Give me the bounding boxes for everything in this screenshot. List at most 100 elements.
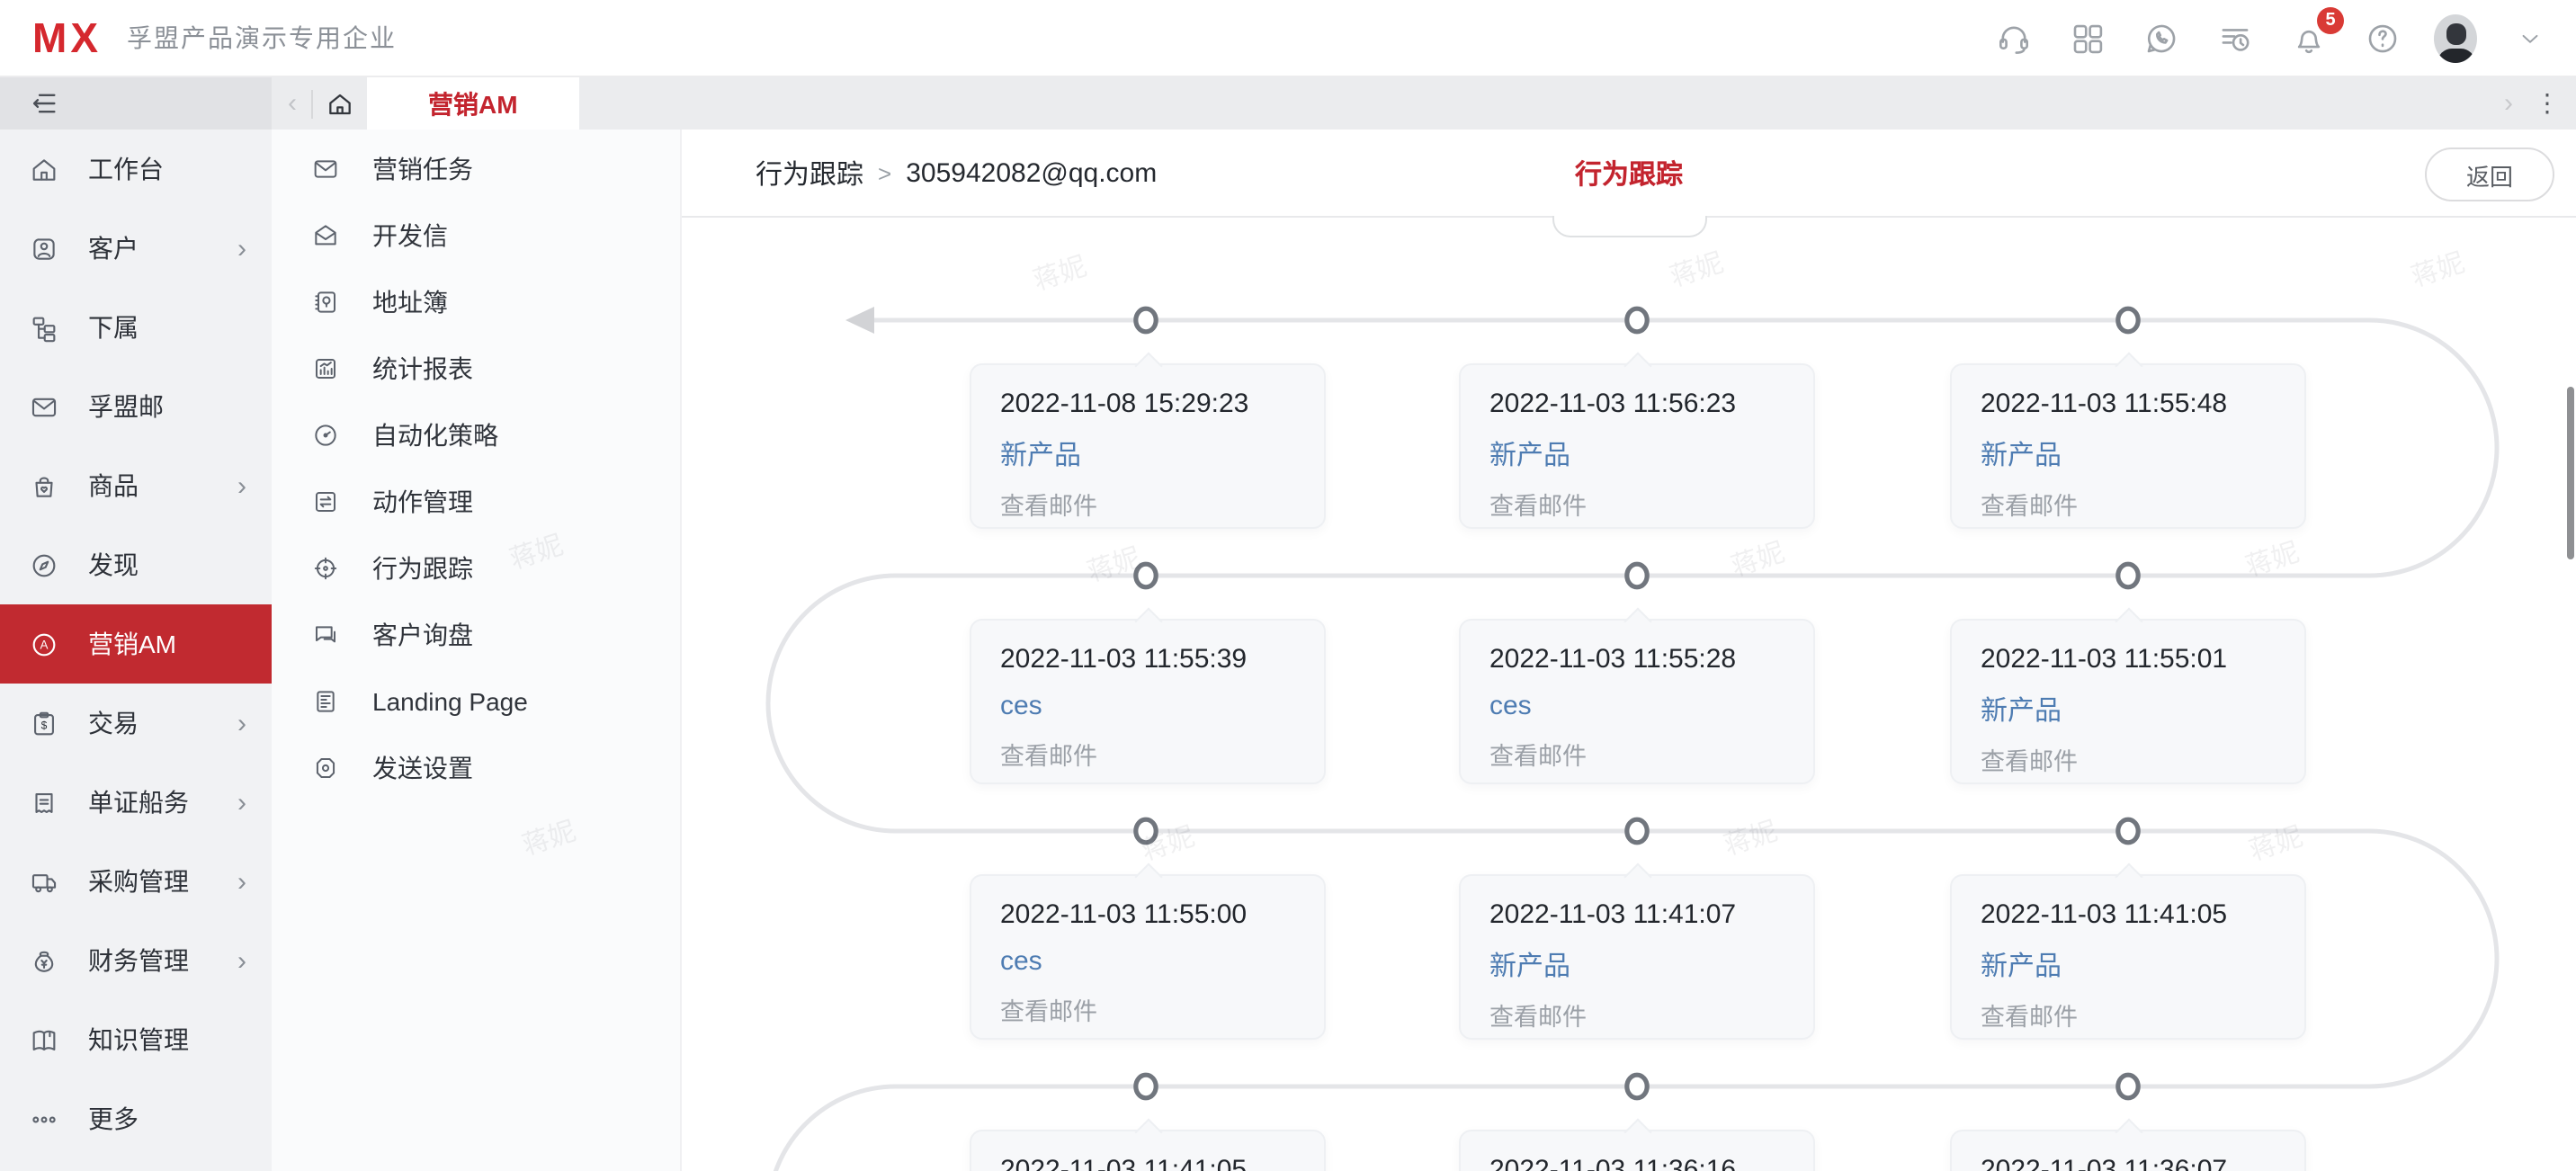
sidebar-item-workbench[interactable]: 工作台 (0, 130, 272, 209)
company-name: 孚盟产品演示专用企业 (127, 23, 397, 52)
task-history-button[interactable] (2213, 16, 2256, 59)
apps-grid-icon (2072, 23, 2102, 53)
home-icon (329, 93, 351, 114)
sidebar-item-knowledge[interactable]: 知识管理 (0, 1000, 272, 1079)
account-menu-button[interactable] (2508, 16, 2551, 59)
breadcrumb-separator: > (878, 160, 892, 187)
more-dots-icon (32, 1115, 56, 1122)
event-action: 查看邮件 (1981, 1004, 2078, 1031)
notification-button[interactable]: 5 (2286, 7, 2344, 59)
gauge-icon (315, 424, 336, 445)
submenu-item-customer-inquiry[interactable]: 客户询盘 (272, 601, 680, 667)
mx-logo: MX (32, 13, 102, 60)
product-link[interactable]: 新产品 (1489, 946, 1570, 984)
tab-scroll-right-icon[interactable]: › (2504, 88, 2513, 119)
tab-scroll-left-icon[interactable]: ‹ (272, 88, 311, 119)
breadcrumb-root[interactable]: 行为跟踪 (756, 155, 863, 192)
product-link[interactable]: ces (1000, 946, 1042, 977)
notification-badge: 5 (2317, 7, 2344, 34)
timeline-card: 2022-11-03 11:36:16 (1459, 1130, 1815, 1171)
product-link[interactable]: ces (1000, 691, 1042, 721)
tab-marketing-am[interactable]: 营销AM (367, 77, 579, 130)
landing-page-icon (317, 690, 335, 711)
event-time: 2022-11-03 11:36:16 (1489, 1155, 1737, 1171)
chevron-right-icon: › (237, 233, 246, 264)
envelope-open-icon (315, 224, 336, 245)
event-time: 2022-11-03 11:41:05 (1981, 899, 2228, 930)
app-window: MX 孚盟产品演示专用企业 5 工作台 客户 › 下属 孚盟邮 商品 › 发现 … (0, 0, 2576, 1171)
user-avatar[interactable] (2434, 13, 2477, 62)
submenu-item-action-management[interactable]: 动作管理 (272, 468, 680, 534)
home-icon (32, 158, 56, 180)
breadcrumb: 行为跟踪 > 305942082@qq.com (756, 155, 1157, 192)
product-link[interactable]: 新产品 (1000, 435, 1081, 473)
address-book-icon (315, 291, 335, 312)
collapse-sidebar-icon (32, 94, 56, 113)
submenu-item-marketing-tasks[interactable]: 营销任务 (272, 135, 680, 201)
main-content: 行为跟踪 > 305942082@qq.com 行为跟踪 返回 2022-11-… (682, 130, 2576, 1171)
envelope-icon (314, 159, 337, 177)
event-time: 2022-11-03 11:55:00 (1000, 899, 1248, 930)
send-settings-icon (316, 757, 335, 777)
sidebar-item-products[interactable]: 商品 › (0, 446, 272, 525)
page-title-tab[interactable]: 行为跟踪 (1575, 155, 1683, 192)
submenu-item-statistics-report[interactable]: 统计报表 (272, 335, 680, 401)
submenu-item-behavior-tracking[interactable]: 行为跟踪 (272, 534, 680, 601)
headset-icon (1998, 25, 2028, 53)
sidebar-item-finance[interactable]: 财务管理 › (0, 921, 272, 1000)
apps-grid-button[interactable] (2065, 16, 2108, 59)
product-link[interactable]: ces (1489, 691, 1532, 721)
timeline-card: 2022-11-08 15:29:23 新产品 查看邮件 (970, 363, 1326, 529)
event-time: 2022-11-03 11:55:39 (1000, 644, 1248, 675)
event-time: 2022-11-03 11:41:07 (1489, 899, 1737, 930)
title-tab-notch (1552, 216, 1706, 237)
timeline-card: 2022-11-03 11:56:23 新产品 查看邮件 (1459, 363, 1815, 529)
customer-icon (33, 237, 55, 259)
product-link[interactable]: 新产品 (1981, 946, 2062, 984)
submenu-item-automation-strategy[interactable]: 自动化策略 (272, 401, 680, 468)
event-action: 查看邮件 (1981, 493, 2078, 520)
sidebar-item-customers[interactable]: 客户 › (0, 209, 272, 288)
event-action: 查看邮件 (1000, 493, 1097, 520)
timeline-card: 2022-11-03 11:41:05 (970, 1130, 1326, 1171)
event-time: 2022-11-03 11:41:05 (1000, 1155, 1248, 1171)
sidebar-collapse-button[interactable] (0, 77, 272, 130)
help-button[interactable] (2360, 16, 2403, 59)
event-time: 2022-11-03 11:55:01 (1981, 644, 2228, 675)
sidebar-item-discover[interactable]: 发现 (0, 525, 272, 604)
sidebar-item-more[interactable]: 更多 (0, 1079, 272, 1158)
whatsapp-button[interactable] (2139, 16, 2182, 59)
sidebar-item-fumeng-mail[interactable]: 孚盟邮 (0, 367, 272, 446)
compass-icon (32, 553, 56, 577)
tab-bar: ‹ 营销AM › ⋮ (272, 77, 2576, 130)
sidebar-item-subordinates[interactable]: 下属 (0, 288, 272, 367)
timeline-card: 2022-11-03 11:41:07 新产品 查看邮件 (1459, 874, 1815, 1040)
product-link[interactable]: 新产品 (1981, 435, 2062, 473)
sidebar-item-documents-shipping[interactable]: 单证船务 › (0, 763, 272, 842)
product-link[interactable]: 新产品 (1981, 691, 2062, 729)
tab-more-menu-icon[interactable]: ⋮ (2535, 88, 2560, 119)
whatsapp-icon (2146, 23, 2175, 52)
event-action: 查看邮件 (1489, 1004, 1587, 1031)
tab-home-button[interactable] (313, 89, 367, 118)
submenu-item-development-letter[interactable]: 开发信 (272, 201, 680, 268)
submenu-item-landing-page[interactable]: Landing Page (272, 667, 680, 734)
sidebar-item-procurement[interactable]: 采购管理 › (0, 842, 272, 921)
task-list-clock-icon (2221, 28, 2249, 50)
product-link[interactable]: 新产品 (1489, 435, 1570, 473)
svg-text:$: $ (41, 719, 48, 731)
event-action: 查看邮件 (1981, 748, 2078, 775)
event-action: 查看邮件 (1000, 998, 1097, 1025)
submenu-item-send-settings[interactable]: 发送设置 (272, 734, 680, 800)
headset-support-button[interactable] (1991, 16, 2035, 59)
sidebar-item-trade[interactable]: $ 交易 › (0, 684, 272, 763)
chevron-right-icon: › (237, 470, 246, 501)
timeline-card: 2022-11-03 11:55:28 ces 查看邮件 (1459, 619, 1815, 784)
event-action: 查看邮件 (1489, 743, 1587, 770)
vertical-scrollbar[interactable] (2567, 387, 2574, 559)
timeline-card: 2022-11-03 11:55:39 ces 查看邮件 (970, 619, 1326, 784)
submenu-item-address-book[interactable]: 地址簿 (272, 268, 680, 335)
clipboard-dollar-icon: $ (34, 711, 54, 735)
back-button[interactable]: 返回 (2424, 147, 2554, 201)
sidebar-item-marketing-am[interactable]: A 营销AM (0, 604, 272, 684)
